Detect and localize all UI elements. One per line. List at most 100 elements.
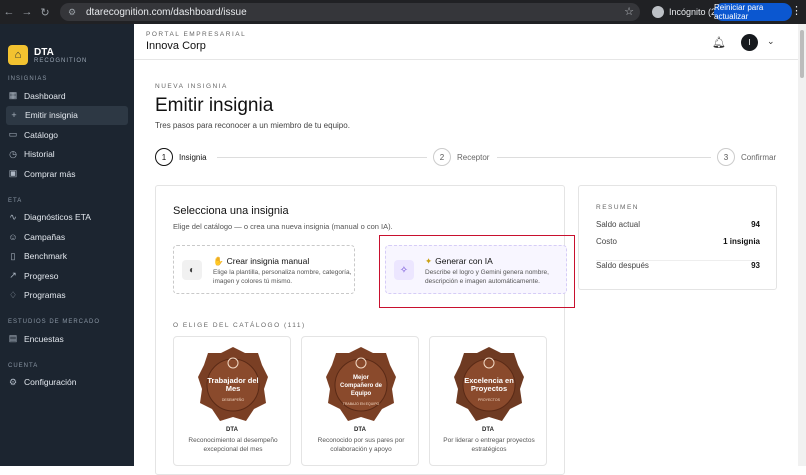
step-3[interactable]: 3 Confirmar <box>717 148 776 166</box>
page-title: Emitir insignia <box>155 95 274 116</box>
sidebar-section-label: ETA <box>8 197 23 204</box>
site-info-icon[interactable]: ⚙ <box>68 7 78 17</box>
step-number: 3 <box>717 148 735 166</box>
clock-icon: ◷ <box>9 148 17 159</box>
sidebar-item-label: Campañas <box>24 231 66 242</box>
catalog-badge-card[interactable]: Mejor Compañero de Equipo TRABAJO EN EQUIP… <box>301 336 419 466</box>
incognito-icon <box>652 6 664 18</box>
benchmark-icon: ▯ <box>10 250 16 261</box>
create-manual-desc: Elige la plantilla, personaliza nombre, … <box>213 269 352 285</box>
cart-icon: ▣ <box>8 168 18 179</box>
sidebar-item-emitir-insignia[interactable]: + Emitir insignia <box>6 105 128 125</box>
badge-desc: Por liderar o entregar proyectos estraté… <box>443 437 535 453</box>
browser-menu-icon[interactable]: ⋮ <box>791 4 802 17</box>
brand-logo-icon: ⌂ <box>8 45 28 65</box>
address-bar[interactable]: ⚙ dtarecognition.com/dashboard/issue ☆ <box>60 3 640 21</box>
gear-icon: ⚙ <box>8 376 18 387</box>
sidebar-item-label: Catálogo <box>24 129 59 140</box>
step-number: 1 <box>155 148 173 166</box>
sidebar-section-label: CUENTA <box>8 362 39 369</box>
summary-row-value: 94 <box>751 220 760 229</box>
sidebar-item-label: Comprar más <box>24 168 76 179</box>
sidebar-item-catálogo[interactable]: ▭ Catálogo <box>0 125 134 145</box>
bookmark-star-icon[interactable]: ☆ <box>624 5 634 18</box>
sidebar-item-label: Encuestas <box>24 333 64 344</box>
reload-icon[interactable]: ↻ <box>36 0 54 24</box>
sidebar-section-label: INSIGNIAS <box>8 76 48 82</box>
top-header: PORTAL EMPRESARIAL Innova Corp 🔔︎ I ⌄ <box>134 24 798 60</box>
avatar[interactable]: I <box>741 34 758 51</box>
badge-name-line: Equipo <box>351 391 372 397</box>
sidebar-item-campañas[interactable]: ☺ Campañas <box>0 227 134 247</box>
progress-icon: ↗ <box>9 270 17 281</box>
sidebar-item-comprar-más[interactable]: ▣ Comprar más <box>0 164 134 184</box>
summary-row-cost: Costo 1 insignia <box>596 237 760 246</box>
notifications-bell-icon[interactable]: 🔔︎ <box>712 36 726 49</box>
incognito-label: Incógnito (2) <box>669 7 720 17</box>
hand-icon: ✋ <box>213 256 224 266</box>
badge-image: Mejor Compañero de Equipo TRABAJO EN EQUIP… <box>326 347 396 421</box>
sidebar-item-dashboard[interactable]: ▦ Dashboard <box>0 86 134 106</box>
sidebar-item-benchmark[interactable]: ▯ Benchmark <box>0 247 134 267</box>
step-label: Receptor <box>457 152 490 162</box>
summary-row-balance: Saldo actual 94 <box>596 220 760 229</box>
incognito-indicator[interactable]: Incógnito (2) <box>652 4 719 20</box>
sidebar-item-label: Emitir insignia <box>25 110 78 121</box>
sidebar-item-label: Benchmark <box>24 251 67 262</box>
sidebar-item-configuración[interactable]: ⚙ Configuración <box>0 373 134 393</box>
step-connector <box>217 157 427 158</box>
sidebar-item-label: Dashboard <box>24 90 66 101</box>
step-label: Confirmar <box>741 152 777 162</box>
sidebar-item-label: Diagnósticos ETA <box>24 212 91 223</box>
summary-panel: RESUMEN Saldo actual 94 Costo 1 insignia… <box>578 185 777 290</box>
summary-row-value: 1 insignia <box>723 237 760 246</box>
summary-row-after: Saldo después 93 <box>596 261 760 270</box>
create-manual-title: Crear insignia manual <box>226 256 310 266</box>
brand[interactable]: ⌂ DTA RECOGNITION <box>0 24 134 72</box>
summary-row-value: 93 <box>751 261 760 270</box>
scrollbar-thumb[interactable] <box>800 30 804 78</box>
sidebar-item-diagnósticos-eta[interactable]: ∿ Diagnósticos ETA <box>0 208 134 228</box>
badge-tag: PROYECTOS <box>478 398 501 402</box>
sidebar-item-encuestas[interactable]: ▤ Encuestas <box>0 329 134 349</box>
badge-desc: Reconocimiento al desempeño excepcional … <box>188 437 278 453</box>
sidebar-item-historial[interactable]: ◷ Historial <box>0 145 134 165</box>
browser-toolbar: ← → ↻ ⚙ dtarecognition.com/dashboard/iss… <box>0 0 806 24</box>
sidebar-nav: INSIGNIAS ▦ Dashboard + Emitir insignia ▭ Catá… <box>0 76 134 392</box>
page-scrollbar[interactable] <box>798 24 806 466</box>
badge-name-line: Compañero de <box>340 383 383 389</box>
brand-sub: RECOGNITION <box>34 57 88 64</box>
sidebar-section-label: ESTUDIOS DE MERCADO <box>8 319 101 325</box>
catalog-label: O ELIGE DEL CATÁLOGO (111) <box>173 322 306 329</box>
select-badge-title: Selecciona una insignia <box>173 205 289 217</box>
step-1[interactable]: 1 Insignia <box>155 148 207 166</box>
grid-icon: ▦ <box>8 90 18 101</box>
create-manual-option[interactable]: ◐ ✋ Crear insignia manual Elige la planti… <box>173 245 355 294</box>
portal-label: PORTAL EMPRESARIAL <box>146 31 247 38</box>
step-label: Insignia <box>179 152 207 162</box>
page-subtitle: Tres pasos para reconocer a un miembro d… <box>155 121 350 130</box>
plus-icon: + <box>11 110 17 121</box>
update-button[interactable]: Reiniciar para actualizar <box>714 3 792 21</box>
badge-org: DTA <box>226 427 238 433</box>
brand-name: DTA <box>34 46 54 58</box>
catalog-badge-card[interactable]: Excelencia en Proyectos PROYECTOS DTA Por… <box>429 336 547 466</box>
chevron-down-icon[interactable]: ⌄ <box>767 36 775 47</box>
select-badge-subtitle: Elige del catálogo — o crea una nueva in… <box>173 222 393 231</box>
address-url: dtarecognition.com/dashboard/issue <box>86 6 247 18</box>
badge-desc: Reconocido por sus pares por colaboració… <box>317 437 405 453</box>
sidebar-item-programas[interactable]: ♢ Programas <box>0 286 134 306</box>
main-content: NUEVA INSIGNIA Emitir insignia Tres paso… <box>134 60 798 475</box>
forward-icon[interactable]: → <box>18 0 36 24</box>
sidebar-item-progreso[interactable]: ↗ Progreso <box>0 266 134 286</box>
users-icon: ☺ <box>8 231 18 242</box>
palette-icon: ◐ <box>182 260 202 280</box>
highlight-box <box>379 235 575 308</box>
sidebar-item-label: Programas <box>24 290 66 301</box>
lightbulb-icon: ♢ <box>8 289 18 300</box>
survey-icon: ▤ <box>8 333 18 344</box>
catalog-badge-card[interactable]: Trabajador del Mes DESEMPEÑO DTA Reconoci… <box>173 336 291 466</box>
badge-image: Trabajador delMes DESEMPEÑO <box>198 347 268 421</box>
step-2[interactable]: 2 Receptor <box>433 148 489 166</box>
back-icon[interactable]: ← <box>0 0 18 24</box>
